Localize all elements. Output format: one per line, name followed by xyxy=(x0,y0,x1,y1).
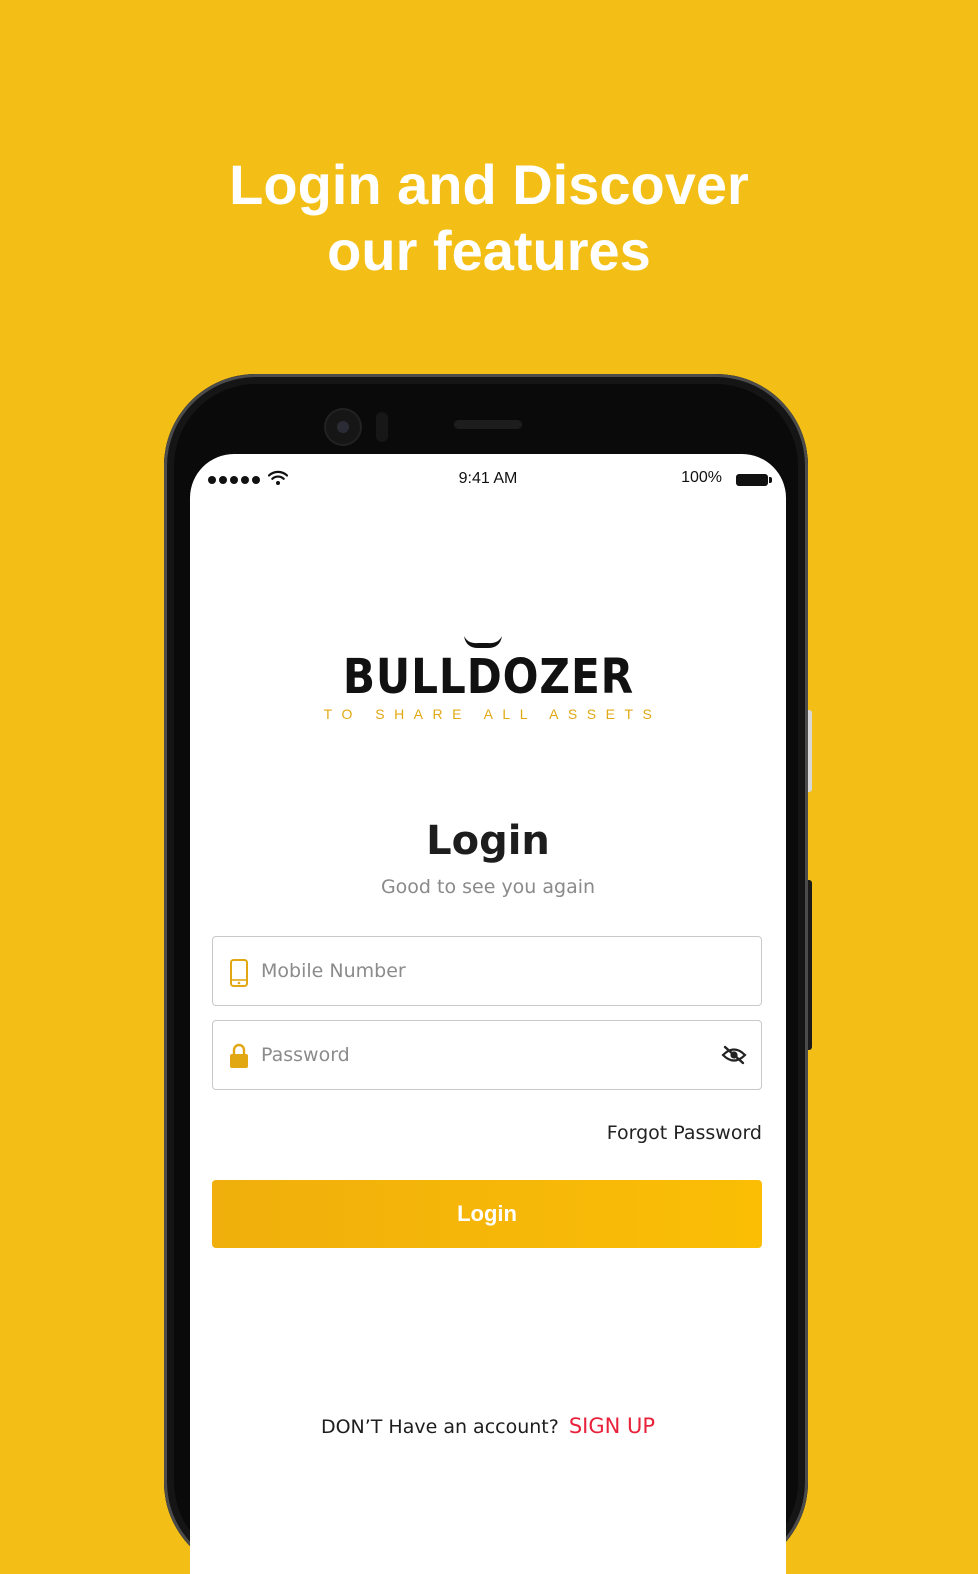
logo-wordmark: BULLDOZER xyxy=(342,649,634,705)
phone-screen: 9:41 AM 100% BULLDOZER TO SHARE ALL ASSE… xyxy=(190,454,786,1574)
password-input[interactable] xyxy=(261,1021,711,1089)
signup-link[interactable]: SIGN UP xyxy=(569,1414,655,1438)
eye-off-icon[interactable] xyxy=(721,1045,747,1065)
password-field[interactable] xyxy=(212,1020,762,1090)
bull-horns-icon xyxy=(464,636,502,648)
front-camera-icon xyxy=(326,410,360,444)
login-subtitle: Good to see you again xyxy=(380,876,596,898)
lock-icon xyxy=(230,1043,248,1068)
headline-line-2: our features xyxy=(327,219,651,282)
proximity-sensor xyxy=(376,412,388,442)
headline-line-1: Login and Discover xyxy=(229,153,749,216)
forgot-password-link[interactable]: Forgot Password xyxy=(607,1122,762,1144)
headline: Login and Discover our features xyxy=(0,152,978,284)
mobile-number-field[interactable] xyxy=(212,936,762,1006)
earpiece-speaker xyxy=(454,420,522,429)
mobile-phone-icon xyxy=(230,959,248,987)
login-title: Login xyxy=(426,818,550,864)
bulldozer-logo: BULLDOZER TO SHARE ALL ASSETS xyxy=(190,636,786,722)
battery-icon xyxy=(736,474,772,486)
no-account-text: DON’T Have an account? xyxy=(320,1416,559,1438)
status-bar: 9:41 AM 100% xyxy=(190,454,786,502)
battery-percentage: 100% xyxy=(681,469,722,486)
logo-tagline: TO SHARE ALL ASSETS xyxy=(323,706,662,722)
mobile-number-input[interactable] xyxy=(261,937,711,1005)
login-button[interactable]: Login xyxy=(212,1180,762,1248)
phone-frame: 9:41 AM 100% BULLDOZER TO SHARE ALL ASSE… xyxy=(164,374,808,1574)
signup-row: DON’T Have an account? SIGN UP xyxy=(190,1414,786,1438)
